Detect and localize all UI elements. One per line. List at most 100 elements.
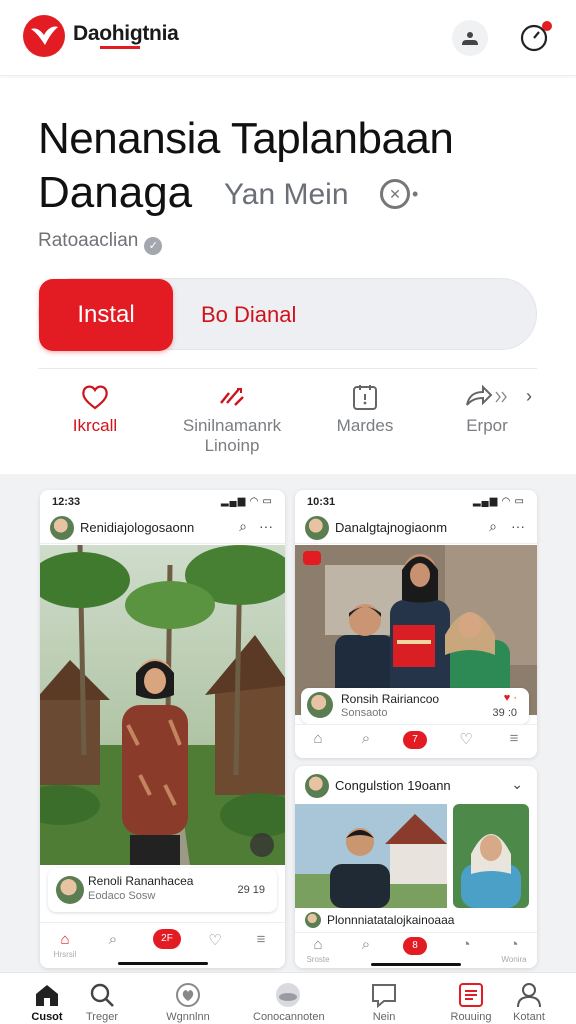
status-time: 10:31	[307, 496, 336, 508]
info-icon[interactable]: ✕	[380, 179, 410, 209]
post-caption-card[interactable]: Plonnniatatalojkainoaaa	[301, 910, 529, 930]
more-icon: ···	[259, 518, 273, 534]
avatar	[50, 516, 74, 540]
shuffle-icon	[220, 388, 244, 406]
status-bar: 12:33 ▂▄▆ ◠ ▭	[40, 490, 285, 512]
account-button[interactable]	[452, 20, 488, 56]
screenshot-1[interactable]: 12:33 ▂▄▆ ◠ ▭ Renidiajologosaonn ⌕ ··· R…	[40, 490, 285, 968]
heart-icon	[176, 983, 200, 1007]
nav-search-label: Treger	[86, 1011, 118, 1023]
tab-right-label: Wonira	[501, 955, 527, 964]
caption-sub: Sonsaoto	[341, 707, 388, 719]
home-indicator	[371, 963, 461, 966]
action-share-label: Erpor	[466, 416, 508, 435]
caption-title: Ronsih Rairiancoo	[341, 692, 440, 706]
alt-action-button[interactable]: Bo Dianal	[201, 302, 296, 328]
nav-search[interactable]: Treger	[67, 979, 137, 1023]
home-icon: ⌂ Hrsrsil	[50, 931, 80, 959]
home-icon: ⌂	[313, 730, 323, 747]
chevron-down-icon: ⌄	[511, 776, 523, 792]
bottom-navigation: Cusot Treger Wgnnlnn Conocannoten Nein R…	[0, 972, 576, 1024]
screen-tab-bar: ⌂ ⌕ 7 ♡ ≡	[295, 724, 537, 758]
portrait-photo-2	[453, 804, 529, 908]
screen-tab-bar: ⌂ Sroste ⌕ 8 ◔ ◔ Wonira	[295, 932, 537, 968]
list-icon	[459, 983, 483, 1007]
action-calendar[interactable]: Mardes	[300, 378, 430, 436]
screenshot-gallery[interactable]: 12:33 ▂▄▆ ◠ ▭ Renidiajologosaonn ⌕ ··· R…	[0, 474, 576, 972]
developer-meta: Ratoaaclian ✓	[38, 230, 163, 255]
nav-explore[interactable]: Conocannoten	[253, 979, 325, 1023]
globe-icon	[276, 983, 300, 1007]
nav-favorites[interactable]: Wgnnlnn	[153, 979, 223, 1023]
nav-profile-label: Kotant	[513, 1011, 545, 1023]
village-photo	[40, 545, 285, 865]
account-icon	[462, 32, 478, 45]
account-name: Congulstion 19oann	[335, 778, 451, 793]
create-button: 7	[403, 731, 427, 749]
action-calendar-label: Mardes	[336, 416, 394, 435]
create-button: 8	[403, 937, 427, 955]
search-icon: ⌕	[239, 518, 247, 534]
heart-icon	[82, 385, 108, 410]
install-button[interactable]: Instal	[39, 279, 173, 351]
nav-chat-label: Nein	[372, 1011, 396, 1023]
caption-count: 29 19	[237, 884, 265, 896]
create-button: 2F	[153, 929, 181, 949]
more-icon: ···	[511, 518, 525, 534]
caption-title: Plonnniatatalojkainoaaa	[327, 913, 455, 927]
account-name: Renidiajologosaonn	[80, 520, 195, 535]
screen-app-header: Congulstion 19oann ⌄	[295, 766, 537, 802]
post-caption-card[interactable]: Renoli Rananhacea Eodaco Sosw 29 19	[48, 868, 277, 912]
screen-app-header: Danalgtajnogiaonm ⌕ ···	[295, 512, 537, 544]
nav-favorites-label: Wgnnlnn	[166, 1011, 210, 1023]
search-icon: ⌕	[361, 936, 371, 953]
app-detail-hero: Nenansia Taplanbaan Danaga Yan Mein ✕ • …	[0, 78, 576, 472]
tab-home-label: Hrsrsil	[53, 950, 77, 959]
caption-sub: Eodaco Sosw	[88, 890, 156, 902]
chat-icon	[372, 984, 396, 1009]
quick-actions: Ikrcall Sinilnamanrk Linoinp Mardes Erpo…	[0, 378, 576, 468]
notification-button[interactable]	[516, 20, 552, 56]
chevron-right-icon[interactable]: ›	[526, 386, 532, 407]
search-icon: ⌕	[108, 931, 118, 948]
action-share[interactable]: Erpor	[422, 378, 552, 436]
app-logo-icon[interactable]	[23, 15, 65, 57]
install-segmented-control: Instal Bo Dianal	[38, 278, 537, 351]
avatar	[305, 774, 329, 798]
avatar	[305, 516, 329, 540]
heart-icon: ♡	[459, 731, 473, 748]
avatar	[305, 912, 321, 928]
calendar-icon	[353, 385, 377, 410]
action-like[interactable]: Ikrcall	[30, 378, 160, 436]
avatar	[307, 692, 333, 718]
status-time: 12:33	[52, 496, 81, 508]
notification-dot	[542, 21, 552, 31]
search-icon: ⌕	[361, 730, 371, 747]
caption-title: Renoli Rananhacea	[88, 874, 194, 888]
menu-icon: ≡	[256, 931, 266, 948]
search-icon	[90, 983, 114, 1007]
avatar	[56, 876, 84, 904]
status-icons: ▂▄▆ ◠ ▭	[220, 496, 273, 507]
portrait-photo-1	[295, 804, 447, 908]
screenshot-2[interactable]: 10:31 ▂▄▆ ◠ ▭ Danalgtajnogiaonm ⌕ ··· Ro…	[295, 490, 537, 758]
edit-icon: ⌕	[489, 518, 497, 534]
app-title-line2: Danaga	[38, 168, 193, 217]
top-bar: Daohigtnia	[0, 0, 576, 76]
account-name: Danalgtajnogiaonm	[335, 520, 448, 535]
app-name-underline	[100, 46, 140, 49]
action-shuffle-label: Sinilnamanrk Linoinp	[182, 416, 282, 455]
tab-home-label: Sroste	[306, 955, 330, 964]
heart-icon: ♡	[208, 932, 222, 949]
divider	[38, 368, 537, 369]
action-shuffle[interactable]: Sinilnamanrk Linoinp	[167, 378, 297, 456]
caption-badge: ♥ ·	[503, 692, 517, 704]
more-dots: •	[412, 184, 419, 204]
screen-tab-bar: ⌂ Hrsrsil ⌕ 2F ♡ ≡	[40, 922, 285, 968]
post-caption-card[interactable]: Ronsih Rairiancoo Sonsaoto ♥ · 39 :0	[301, 688, 529, 724]
nav-profile[interactable]: Kotant	[494, 979, 564, 1023]
home-icon: ⌂ Sroste	[303, 936, 333, 964]
status-bar: 10:31 ▂▄▆ ◠ ▭	[295, 490, 537, 512]
screenshot-3[interactable]: Congulstion 19oann ⌄ Plonnniatatalojkain…	[295, 766, 537, 968]
nav-chat[interactable]: Nein	[349, 979, 419, 1023]
